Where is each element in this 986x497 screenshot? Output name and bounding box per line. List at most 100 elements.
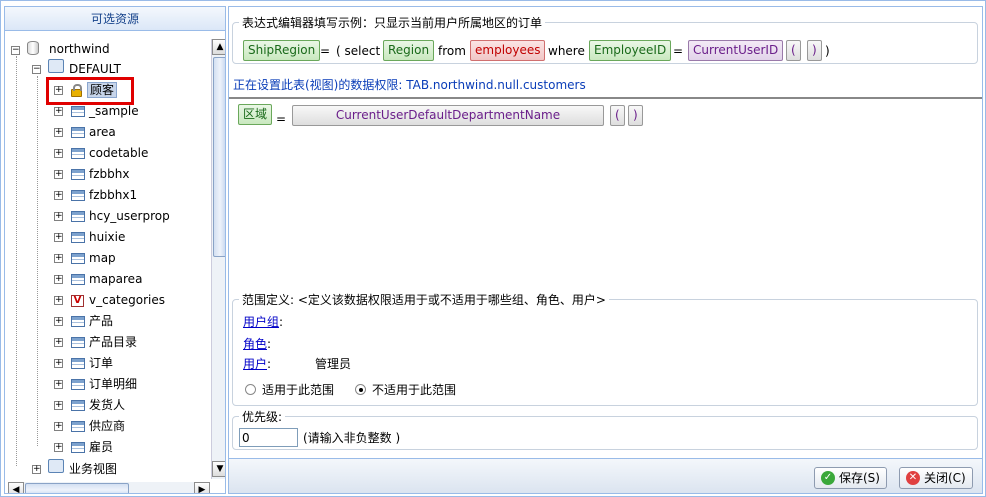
expr-paren-left[interactable]: (: [610, 105, 625, 126]
view-icon: V: [71, 295, 84, 307]
colon: :: [279, 315, 284, 329]
tree-node-item[interactable]: 订单明细: [89, 374, 137, 394]
save-button[interactable]: ✓ 保存(S): [814, 467, 887, 489]
scroll-up-button[interactable]: ▲: [212, 39, 225, 55]
example-close: ): [825, 44, 830, 58]
expand-icon[interactable]: +: [54, 275, 63, 284]
token-paren-right: ): [807, 40, 822, 61]
expand-icon[interactable]: +: [54, 212, 63, 221]
table-icon: [71, 169, 85, 180]
collapse-icon[interactable]: −: [32, 65, 41, 74]
tree-node-item[interactable]: v_categories: [89, 290, 165, 310]
option-not-apply-label: 不适用于此范围: [372, 383, 457, 397]
hscroll-thumb[interactable]: [25, 483, 129, 493]
expand-icon[interactable]: +: [54, 338, 63, 347]
tree-node-schema[interactable]: DEFAULT: [69, 59, 121, 79]
token-region: Region: [383, 40, 435, 61]
expand-icon[interactable]: +: [54, 296, 63, 305]
expand-icon[interactable]: +: [54, 233, 63, 242]
tree-node-item[interactable]: map: [89, 248, 116, 268]
tree-node-item[interactable]: huixie: [89, 227, 125, 247]
scroll-thumb[interactable]: [213, 57, 225, 257]
dialog-frame: 可选资源 − northwind − DEFAULT + 顾客 + _sample…: [0, 0, 986, 497]
token-currentuserid: CurrentUserID: [688, 40, 784, 61]
table-icon: [71, 337, 85, 348]
close-label: 关闭(C): [924, 471, 966, 485]
expr-paren-right[interactable]: ): [628, 105, 643, 126]
close-icon: ✕: [906, 471, 920, 485]
priority-input[interactable]: [239, 428, 298, 447]
tree-node-item[interactable]: 供应商: [89, 416, 125, 436]
tree-node-item[interactable]: 产品: [89, 311, 113, 331]
option-apply[interactable]: 适用于此范围: [245, 380, 334, 400]
expand-icon[interactable]: +: [32, 465, 41, 474]
expand-icon[interactable]: +: [54, 443, 63, 452]
priority-hint: (请输入非负整数 ): [303, 431, 401, 445]
tree-node-item[interactable]: maparea: [89, 269, 142, 289]
token-employees: employees: [470, 40, 546, 61]
expand-icon[interactable]: +: [54, 422, 63, 431]
expand-icon[interactable]: +: [54, 380, 63, 389]
table-icon: [71, 211, 85, 222]
option-not-apply[interactable]: 不适用于此范围: [355, 380, 456, 400]
table-icon: [71, 421, 85, 432]
expand-icon[interactable]: +: [54, 317, 63, 326]
expand-icon[interactable]: +: [54, 149, 63, 158]
priority-fieldset: 优先级: (请输入非负整数 ): [232, 408, 978, 450]
radio-apply[interactable]: [245, 384, 256, 395]
resource-panel: 可选资源 − northwind − DEFAULT + 顾客 + _sample…: [4, 6, 226, 494]
radio-not-apply[interactable]: [355, 384, 366, 395]
expand-icon[interactable]: +: [54, 170, 63, 179]
scroll-down-button[interactable]: ▼: [212, 461, 225, 477]
tree-node-root[interactable]: northwind: [49, 39, 110, 59]
database-icon: [27, 41, 39, 55]
tree-vscrollbar[interactable]: ▲ ▼: [211, 39, 225, 479]
tree-node-business-view[interactable]: 业务视图: [69, 459, 117, 477]
expand-icon[interactable]: +: [54, 128, 63, 137]
collapse-icon[interactable]: −: [11, 46, 20, 55]
tree-node-item[interactable]: 订单: [89, 353, 113, 373]
tree-node-item[interactable]: 发货人: [89, 395, 125, 415]
example-where: where: [548, 44, 585, 58]
expand-icon[interactable]: +: [54, 191, 63, 200]
expand-icon[interactable]: +: [54, 107, 63, 116]
expand-icon[interactable]: +: [54, 359, 63, 368]
scope-fieldset: 范围定义: <定义该数据权限适用于或不适用于哪些组、角色、用户> 用户组: 角色…: [232, 291, 978, 406]
table-icon: [71, 106, 85, 117]
expr-func-token[interactable]: CurrentUserDefaultDepartmentName: [292, 105, 604, 126]
colon: :: [267, 357, 272, 371]
tree-node-item[interactable]: 产品目录: [89, 332, 137, 352]
table-icon: [71, 253, 85, 264]
tree-node-item[interactable]: area: [89, 122, 116, 142]
table-icon: [71, 148, 85, 159]
tree-node-item[interactable]: hcy_userprop: [89, 206, 170, 226]
user-link[interactable]: 用户: [243, 357, 267, 371]
scope-legend: 范围定义: <定义该数据权限适用于或不适用于哪些组、角色、用户>: [242, 293, 606, 307]
tree-node-item[interactable]: fzbbhx: [89, 164, 129, 184]
business-view-icon: [48, 459, 64, 473]
save-label: 保存(S): [839, 471, 880, 485]
scroll-left-button[interactable]: ◀: [8, 482, 24, 493]
tree-node-item[interactable]: fzbbhx1: [89, 185, 137, 205]
token-shipregion: ShipRegion: [243, 40, 321, 61]
scroll-right-button[interactable]: ▶: [194, 482, 210, 493]
highlight-box: [46, 77, 134, 105]
expand-icon[interactable]: +: [54, 254, 63, 263]
close-button[interactable]: ✕ 关闭(C): [899, 467, 973, 489]
tree-hscrollbar[interactable]: ◀ ▶: [8, 482, 210, 493]
example-eq: =: [320, 44, 331, 58]
expr-eq: =: [276, 112, 287, 126]
tree-node-item[interactable]: codetable: [89, 143, 148, 163]
table-icon: [71, 358, 85, 369]
expression-editor[interactable]: 区域 = CurrentUserDefaultDepartmentName ( …: [229, 99, 982, 279]
table-icon: [71, 316, 85, 327]
tree-node-item[interactable]: 雇员: [89, 437, 113, 457]
token-paren-left: (: [786, 40, 801, 61]
user-group-link[interactable]: 用户组: [243, 315, 279, 329]
role-link[interactable]: 角色: [243, 337, 267, 351]
table-icon: [71, 400, 85, 411]
expand-icon[interactable]: +: [54, 401, 63, 410]
button-bar: ✓ 保存(S) ✕ 关闭(C): [229, 458, 982, 493]
expr-field-token[interactable]: 区域: [238, 104, 273, 125]
option-apply-label: 适用于此范围: [262, 383, 335, 397]
